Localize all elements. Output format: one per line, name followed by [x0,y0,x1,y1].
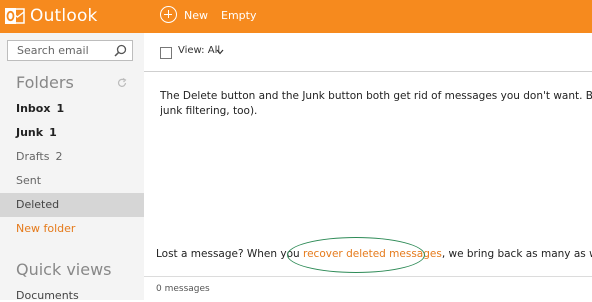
folder-junk[interactable]: Junk 1 [0,121,144,145]
highlight-ellipse [287,237,425,273]
brand-name: Outlook [30,6,98,26]
folder-inbox[interactable]: Inbox 1 [0,97,144,121]
info-line: junk filtering, too). [160,105,258,117]
folder-sent[interactable]: Sent [0,169,144,193]
folders-heading: Folders [16,73,74,92]
info-line: The Delete button and the Junk button bo… [160,90,592,102]
folder-label: Deleted [16,198,60,211]
plus-circle-icon [160,6,177,23]
folder-deleted[interactable]: Deleted [0,193,144,217]
sidebar: Folders Inbox 1 Junk 1 Drafts 2 Sent Delete… [0,33,144,302]
recover-prefix: Lost a message? When you [156,248,304,260]
folder-count: 1 [49,126,57,139]
empty-button[interactable]: Empty [221,9,256,22]
folder-label: Sent [16,174,42,187]
quick-view-documents[interactable]: Documents [16,289,79,302]
new-folder-link[interactable]: New folder [0,217,144,241]
select-all-checkbox[interactable] [160,47,172,59]
folder-drafts[interactable]: Drafts 2 [0,145,144,169]
view-filter-label[interactable]: View: All [178,45,220,56]
new-button-label: New [184,9,208,22]
outlook-logo-icon [5,8,25,24]
folder-count: 2 [55,150,63,163]
chevron-down-icon[interactable] [216,49,224,55]
folder-label: Junk [16,126,44,139]
top-bar: Outlook New Empty [0,0,592,33]
folder-count: 1 [56,102,65,115]
message-count: 0 messages [156,284,210,294]
search-box [7,40,133,61]
main-pane: View: All The Delete button and the Junk… [144,33,592,300]
refresh-icon[interactable] [117,78,127,88]
search-icon[interactable] [114,44,127,57]
view-bar: View: All [144,33,592,72]
recover-suffix: , we bring back as many as we can. [441,248,592,260]
search-input[interactable] [8,41,117,60]
folder-label: Drafts [16,150,50,163]
footer-divider [144,276,592,277]
folder-label: Inbox [16,102,51,115]
quick-views-heading: Quick views [16,260,112,279]
deleted-folder-info: The Delete button and the Junk button bo… [160,89,592,119]
